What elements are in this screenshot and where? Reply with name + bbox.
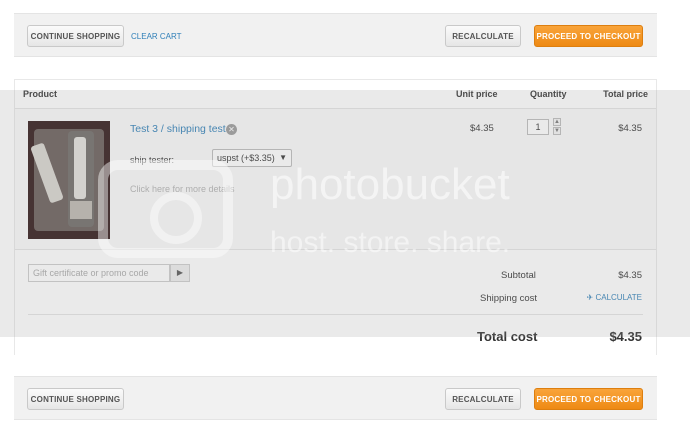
header-quantity: Quantity <box>530 89 567 99</box>
continue-shopping-button[interactable]: CONTINUE SHOPPING <box>27 25 124 47</box>
table-header: Product Unit price Quantity Total price <box>15 80 656 108</box>
quantity-input[interactable]: 1 <box>527 119 549 135</box>
subtotal-value: $4.35 <box>618 270 642 281</box>
line-total-value: $4.35 <box>618 123 642 134</box>
header-unit-price: Unit price <box>456 89 498 99</box>
table-row: Test 3 / shipping test ✕ ship tester: us… <box>15 108 656 250</box>
bottom-action-bar: CONTINUE SHOPPING RECALCULATE PROCEED TO… <box>14 376 657 420</box>
proceed-to-checkout-button[interactable]: PROCEED TO CHECKOUT <box>534 25 643 47</box>
clear-cart-link[interactable]: CLEAR CART <box>131 32 182 41</box>
calculate-shipping-link[interactable]: ✈ CALCULATE <box>587 293 642 302</box>
proceed-to-checkout-button-bottom[interactable]: PROCEED TO CHECKOUT <box>534 388 643 410</box>
remove-item-icon[interactable]: ✕ <box>226 124 237 135</box>
quantity-down-icon[interactable]: ▼ <box>553 127 561 135</box>
more-details-link[interactable]: Click here for more details <box>130 184 235 194</box>
promo-code-input[interactable]: Gift certificate or promo code <box>28 264 170 282</box>
header-product: Product <box>23 89 58 99</box>
recalculate-button[interactable]: RECALCULATE <box>445 25 521 47</box>
quantity-up-icon[interactable]: ▲ <box>553 118 561 126</box>
ship-tester-label: ship tester: <box>130 155 175 165</box>
header-total-price: Total price <box>603 89 648 99</box>
recalculate-button-bottom[interactable]: RECALCULATE <box>445 388 521 410</box>
plane-icon: ✈ <box>586 293 594 302</box>
product-thumbnail[interactable] <box>28 121 110 239</box>
unit-price-value: $4.35 <box>470 123 494 134</box>
continue-shopping-button-bottom[interactable]: CONTINUE SHOPPING <box>27 388 124 410</box>
cart-summary: Gift certificate or promo code ▶ Subtota… <box>15 249 656 356</box>
dropdown-arrow-icon: ▼ <box>279 153 287 162</box>
apply-promo-icon[interactable]: ▶ <box>170 264 190 282</box>
top-action-bar: CONTINUE SHOPPING CLEAR CART RECALCULATE… <box>14 13 657 57</box>
calculate-label: CALCULATE <box>595 293 642 302</box>
ship-option-select[interactable]: uspst (+$3.35) ▼ <box>212 149 292 167</box>
total-cost-value: $4.35 <box>609 329 642 344</box>
product-title-link[interactable]: Test 3 / shipping test <box>130 123 226 135</box>
subtotal-label: Subtotal <box>501 270 536 281</box>
ship-option-value: uspst (+$3.35) <box>217 153 275 163</box>
cart-table: Product Unit price Quantity Total price … <box>14 79 657 356</box>
summary-divider <box>28 314 643 315</box>
shipping-cost-label: Shipping cost <box>480 293 538 304</box>
total-cost-label: Total cost <box>477 329 538 344</box>
